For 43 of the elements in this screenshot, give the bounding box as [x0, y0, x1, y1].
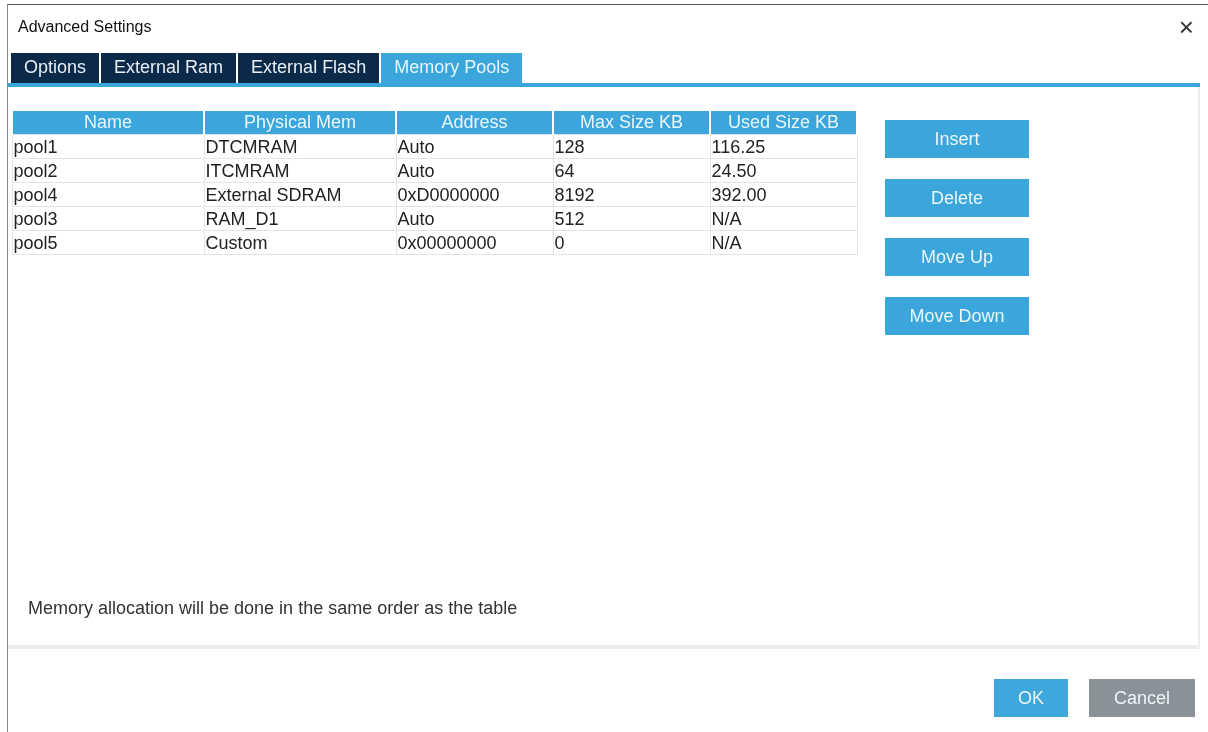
table-cell: 64	[553, 158, 710, 183]
action-button[interactable]: Move Down	[885, 297, 1029, 335]
window-title: Advanced Settings	[18, 18, 152, 36]
table-cell: RAM_D1	[204, 206, 396, 231]
table-cell: External SDRAM	[204, 182, 396, 207]
cancel-button[interactable]: Cancel	[1089, 679, 1195, 717]
tab[interactable]: Memory Pools	[381, 53, 523, 83]
tab[interactable]: External Flash	[238, 53, 380, 83]
table-cell: pool5	[12, 230, 204, 255]
table-cell: 392.00	[710, 182, 857, 207]
tab[interactable]: External Ram	[101, 53, 237, 83]
table-cell: 0x00000000	[396, 230, 553, 255]
action-button[interactable]: Insert	[885, 120, 1029, 158]
table-cell: pool4	[12, 182, 204, 207]
table-cell: 116.25	[710, 134, 857, 159]
table-cell: N/A	[710, 230, 857, 255]
table-cell: 512	[553, 206, 710, 231]
table-cell: Auto	[396, 206, 553, 231]
action-button[interactable]: Move Up	[885, 238, 1029, 276]
table-cell: 24.50	[710, 158, 857, 183]
table-cell: 8192	[553, 182, 710, 207]
note-text: Memory allocation will be done in the same order as the table	[27, 598, 519, 620]
tab[interactable]: Options	[11, 53, 100, 83]
column-header[interactable]: Address	[396, 111, 553, 135]
column-header[interactable]: Name	[12, 111, 204, 135]
table-cell: pool3	[12, 206, 204, 231]
table-cell: 0	[553, 230, 710, 255]
table-cell: 128	[553, 134, 710, 159]
table-cell: N/A	[710, 206, 857, 231]
column-header[interactable]: Physical Mem	[204, 111, 396, 135]
table-cell: Custom	[204, 230, 396, 255]
table-cell: DTCMRAM	[204, 134, 396, 159]
table-cell: ITCMRAM	[204, 158, 396, 183]
table-cell: 0xD0000000	[396, 182, 553, 207]
table-cell: pool2	[12, 158, 204, 183]
close-button[interactable]: ×	[1174, 14, 1198, 40]
action-button[interactable]: Delete	[885, 179, 1029, 217]
ok-button[interactable]: OK	[994, 679, 1068, 717]
table-cell: Auto	[396, 158, 553, 183]
column-header[interactable]: Used Size KB	[710, 111, 857, 135]
table-cell: pool1	[12, 134, 204, 159]
column-header[interactable]: Max Size KB	[553, 111, 710, 135]
table-cell: Auto	[396, 134, 553, 159]
